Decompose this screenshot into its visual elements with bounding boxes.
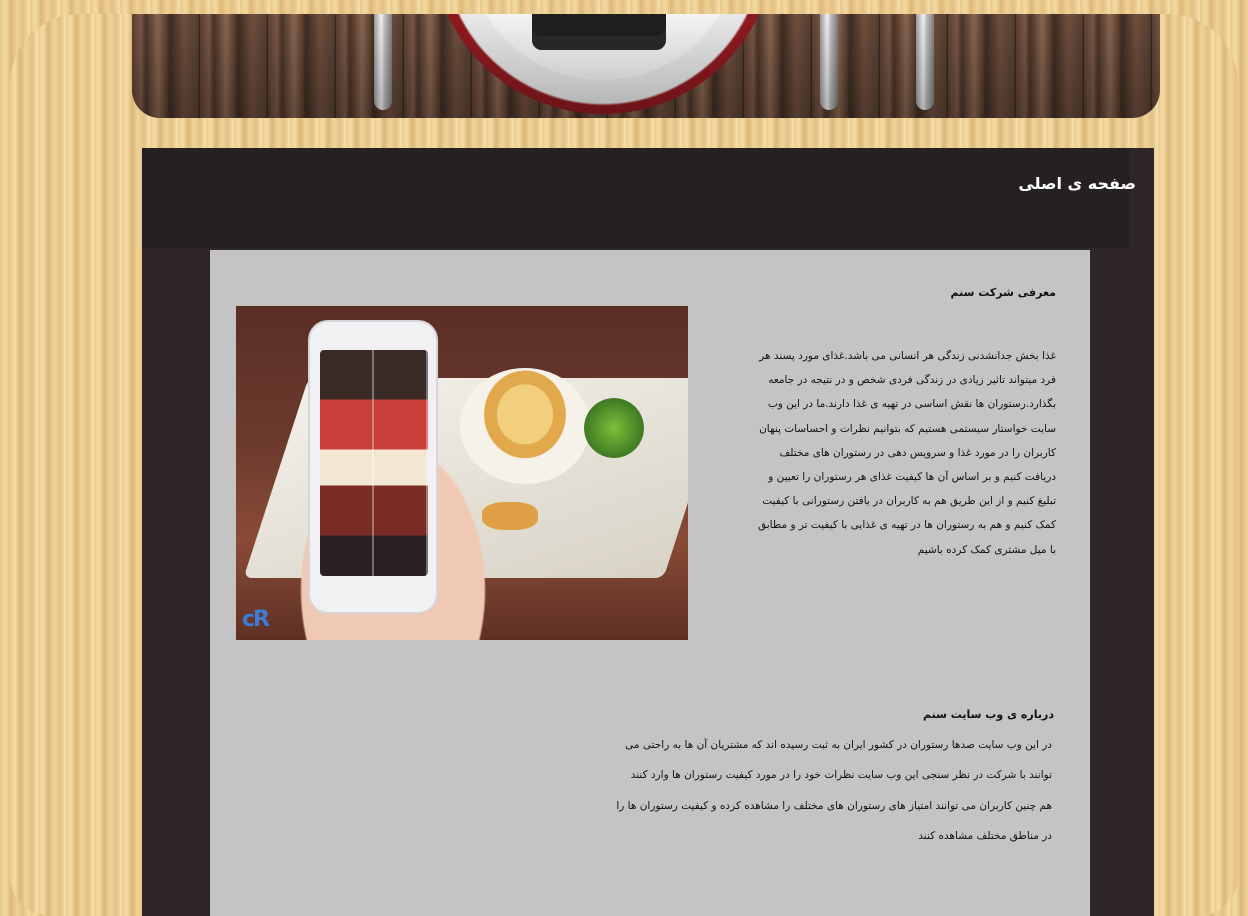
- intro-paragraph: غذا بخش جدانشدنی زندگی هر انسانی می باشد…: [758, 350, 1056, 556]
- spoon-graphic: [916, 14, 934, 110]
- header-banner-image: [132, 14, 1160, 118]
- page-frame: صفحه ی اصلی معرفی شرکت سنم غذا بخش جدانش…: [10, 14, 1238, 916]
- watermark-logo: cR: [242, 607, 270, 632]
- about-section: در این وب سایت صدها رستوران در کشور ایرا…: [612, 730, 1052, 851]
- intro-heading: معرفی شرکت سنم: [950, 286, 1057, 299]
- plate-graphic: [432, 14, 774, 114]
- about-paragraph-2: هم چنین کاربران می توانند امتیاز های رست…: [616, 799, 1052, 842]
- phone-on-plate-graphic: [532, 14, 666, 50]
- food-app-photo: cR: [236, 306, 688, 640]
- page-header: صفحه ی اصلی: [142, 148, 1136, 248]
- content-panel: معرفی شرکت سنم غذا بخش جدانشدنی زندگی هر…: [210, 250, 1090, 916]
- page-title: صفحه ی اصلی: [1018, 174, 1136, 193]
- main-container: صفحه ی اصلی معرفی شرکت سنم غذا بخش جدانش…: [142, 148, 1154, 916]
- about-paragraph-1: در این وب سایت صدها رستوران در کشور ایرا…: [625, 739, 1052, 782]
- about-heading: درباره ی وب سایت سنم: [922, 708, 1054, 721]
- app-screen-graphic: [320, 350, 428, 576]
- fork-graphic: [820, 14, 838, 110]
- knife-graphic: [374, 14, 392, 110]
